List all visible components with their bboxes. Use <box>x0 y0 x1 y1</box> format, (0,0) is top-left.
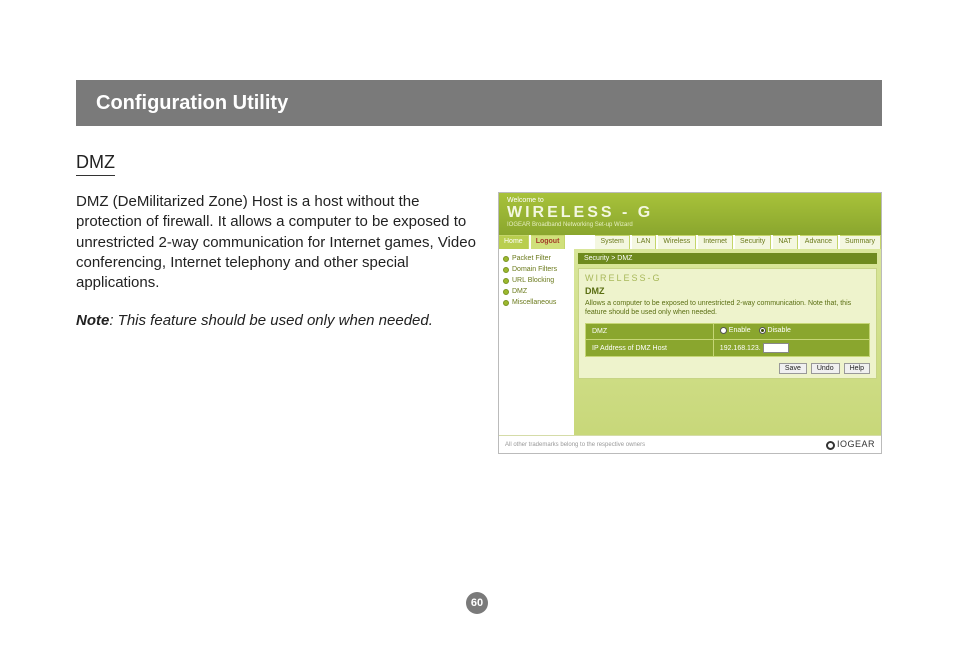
note-text: : This feature should be used only when … <box>109 312 433 329</box>
tab-advance[interactable]: Advance <box>800 235 838 249</box>
sidebar-label: Miscellaneous <box>512 299 556 306</box>
iogear-icon <box>826 441 835 450</box>
wireless-g-logo: WIRELESS - G <box>507 204 873 222</box>
iogear-text: IOGEAR <box>837 439 875 449</box>
help-button[interactable]: Help <box>844 363 870 374</box>
footer-trademark: All other trademarks belong to the respe… <box>505 442 645 448</box>
router-footer: All other trademarks belong to the respe… <box>499 435 881 453</box>
bullet-icon <box>503 256 509 262</box>
radio-disable[interactable]: Disable <box>759 327 791 334</box>
dmz-row-label: DMZ <box>586 324 714 340</box>
sidebar-label: Domain Filters <box>512 266 557 273</box>
tab-nat[interactable]: NAT <box>773 235 797 249</box>
note-line: Note: This feature should be used only w… <box>76 312 476 329</box>
table-row: DMZ Enable Disable <box>586 324 870 340</box>
section-heading: DMZ <box>76 152 115 176</box>
tab-summary[interactable]: Summary <box>840 235 881 249</box>
sidebar-item-url-blocking[interactable]: URL Blocking <box>503 277 570 284</box>
title-text: Configuration Utility <box>96 92 288 115</box>
bullet-icon <box>503 278 509 284</box>
tab-logout[interactable]: Logout <box>531 235 566 249</box>
body-text: DMZ (DeMilitarized Zone) Host is a host … <box>76 192 476 293</box>
button-row: Save Undo Help <box>585 363 870 374</box>
sidebar-label: URL Blocking <box>512 277 554 284</box>
dmz-card: WIRELESS-G DMZ Allows a computer to be e… <box>578 268 877 379</box>
save-button[interactable]: Save <box>779 363 807 374</box>
bullet-icon <box>503 289 509 295</box>
note-label: Note <box>76 312 109 329</box>
ip-prefix: 192.168.123. <box>720 345 761 352</box>
table-row: IP Address of DMZ Host 192.168.123. <box>586 340 870 357</box>
sidebar-label: Packet Filter <box>512 255 551 262</box>
settings-table: DMZ Enable Disable IP Address of DMZ Hos… <box>585 323 870 357</box>
card-description: Allows a computer to be exposed to unres… <box>585 299 870 317</box>
tab-system[interactable]: System <box>595 235 629 249</box>
dmz-row-value: Enable Disable <box>713 324 869 340</box>
tab-internet[interactable]: Internet <box>698 235 733 249</box>
sidebar-item-miscellaneous[interactable]: Miscellaneous <box>503 299 570 306</box>
sidebar-item-dmz[interactable]: DMZ <box>503 288 570 295</box>
radio-enable[interactable]: Enable <box>720 327 751 334</box>
router-header: Welcome to WIRELESS - G IOGEAR Broadband… <box>499 193 881 235</box>
bullet-icon <box>503 300 509 306</box>
radio-icon <box>759 327 766 334</box>
ip-octet-input[interactable] <box>763 343 789 353</box>
logo-subtitle: IOGEAR Broadband Networking Set-up Wizar… <box>507 222 873 228</box>
tab-home[interactable]: Home <box>499 235 529 249</box>
sidebar-label: DMZ <box>512 288 527 295</box>
undo-button[interactable]: Undo <box>811 363 840 374</box>
card-logo: WIRELESS-G <box>585 273 870 283</box>
sidebar: Packet Filter Domain Filters URL Blockin… <box>499 249 574 454</box>
sidebar-item-domain-filters[interactable]: Domain Filters <box>503 266 570 273</box>
title-bar: Configuration Utility <box>76 80 882 126</box>
tab-wireless[interactable]: Wireless <box>658 235 696 249</box>
tab-security[interactable]: Security <box>735 235 771 249</box>
sidebar-item-packet-filter[interactable]: Packet Filter <box>503 255 570 262</box>
content-panel: Security > DMZ WIRELESS-G DMZ Allows a c… <box>574 249 881 454</box>
card-heading: DMZ <box>585 286 870 296</box>
iogear-logo: IOGEAR <box>826 439 875 449</box>
tab-row: Home Logout System LAN Wireless Internet… <box>499 235 881 249</box>
page-number: 60 <box>466 592 488 614</box>
bullet-icon <box>503 267 509 273</box>
radio-icon <box>720 327 727 334</box>
radio-label: Enable <box>729 327 751 334</box>
ip-row-label: IP Address of DMZ Host <box>586 340 714 357</box>
ip-row-value: 192.168.123. <box>713 340 869 357</box>
router-screenshot: Welcome to WIRELESS - G IOGEAR Broadband… <box>498 192 882 454</box>
breadcrumb: Security > DMZ <box>578 253 877 264</box>
tab-lan[interactable]: LAN <box>632 235 657 249</box>
radio-label: Disable <box>768 327 791 334</box>
welcome-text: Welcome to <box>507 197 873 204</box>
